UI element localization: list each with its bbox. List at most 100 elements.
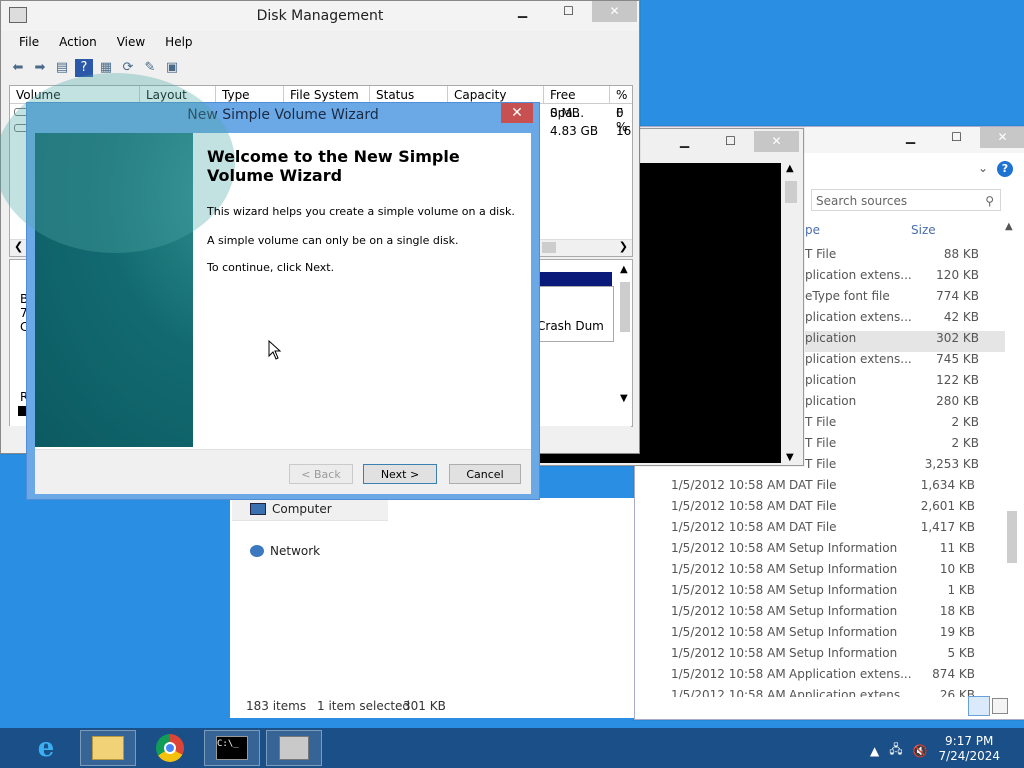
menu-bar: File Action View Help bbox=[9, 31, 203, 53]
file-size: 2 KB bbox=[951, 415, 979, 429]
file-size: 122 KB bbox=[936, 373, 979, 387]
file-size: 1,417 KB bbox=[920, 520, 975, 534]
mouse-cursor-icon bbox=[268, 340, 282, 360]
free-space-value: 0 MB bbox=[550, 106, 581, 120]
search-input[interactable]: Search sources ⚲ bbox=[811, 189, 1001, 211]
partition-status: Crash Dum bbox=[537, 319, 604, 333]
file-size: 774 KB bbox=[936, 289, 979, 303]
list-item[interactable]: plication extens... 42 KB bbox=[805, 310, 1005, 331]
command-prompt-button[interactable]: C:\_ bbox=[204, 730, 260, 766]
back-arrow-icon[interactable]: ⬅ bbox=[9, 59, 27, 77]
wizard-sidebar-graphic bbox=[0, 73, 235, 447]
file-type: DAT File bbox=[789, 499, 837, 513]
file-size: 280 KB bbox=[936, 394, 979, 408]
menu-view[interactable]: View bbox=[107, 31, 155, 53]
list-item[interactable]: T File 2 KB bbox=[805, 415, 1005, 436]
close-button[interactable]: ✕ bbox=[592, 1, 637, 22]
next-button[interactable]: Next > bbox=[363, 464, 437, 484]
file-size: 19 KB bbox=[939, 625, 975, 639]
free-space-value: 4.83 GB bbox=[550, 124, 599, 138]
file-type: DAT File bbox=[789, 520, 837, 534]
partition-block[interactable] bbox=[538, 286, 614, 342]
status-selected: 1 item selected bbox=[317, 699, 411, 713]
file-size: 1 KB bbox=[947, 583, 975, 597]
wizard-note: A simple volume can only be on a single … bbox=[207, 234, 459, 247]
list-item[interactable]: plication extens... 120 KB bbox=[805, 268, 1005, 289]
back-button[interactable]: < Back bbox=[289, 464, 353, 484]
properties-icon[interactable]: ✎ bbox=[141, 59, 159, 77]
menu-help[interactable]: Help bbox=[155, 31, 202, 53]
minimize-button[interactable]: ▁ bbox=[662, 131, 707, 152]
column-header-type[interactable]: pe bbox=[805, 223, 820, 237]
file-size: 10 KB bbox=[939, 562, 975, 576]
scrollbar-thumb[interactable] bbox=[1007, 511, 1017, 563]
status-size: 301 KB bbox=[403, 699, 446, 713]
disk-management-titlebar[interactable]: Disk Management ▁ ☐ ✕ bbox=[1, 1, 639, 31]
percent-free-value: 16 bbox=[616, 124, 632, 138]
close-button[interactable]: ✕ bbox=[501, 103, 533, 123]
file-explorer-taskbar-button[interactable] bbox=[80, 730, 136, 766]
list-item[interactable]: plication 280 KB bbox=[805, 394, 1005, 415]
disk-management-taskbar-button[interactable] bbox=[266, 730, 322, 766]
clock[interactable]: 9:17 PM 7/24/2024 bbox=[938, 734, 1000, 764]
file-type: Setup Information bbox=[789, 562, 898, 576]
menu-file[interactable]: File bbox=[9, 31, 49, 53]
help-icon[interactable]: ? bbox=[997, 161, 1013, 177]
file-size: 18 KB bbox=[939, 604, 975, 618]
search-icon: ⚲ bbox=[985, 194, 994, 208]
nav-item-network[interactable]: Network bbox=[250, 544, 320, 558]
status-bar bbox=[635, 697, 1024, 719]
file-size: 2,601 KB bbox=[920, 499, 975, 513]
close-button[interactable]: ✕ bbox=[754, 131, 799, 152]
file-size: 874 KB bbox=[932, 667, 975, 681]
new-simple-volume-wizard[interactable]: New Simple Volume Wizard ✕ Welcome to th… bbox=[0, 73, 540, 500]
status-items: 183 items bbox=[246, 699, 307, 713]
file-size: 42 KB bbox=[943, 310, 979, 324]
large-icons-view-icon[interactable] bbox=[992, 698, 1008, 714]
wizard-instruction: To continue, click Next. bbox=[207, 261, 335, 274]
internet-explorer-icon: e bbox=[37, 733, 55, 763]
file-size: 2 KB bbox=[951, 436, 979, 450]
column-header-size[interactable]: Size bbox=[911, 223, 936, 237]
console-tree-icon[interactable]: ▤ bbox=[53, 59, 71, 77]
nav-item-label: Network bbox=[270, 544, 321, 558]
list-item[interactable]: T File 88 KB bbox=[805, 247, 1005, 268]
console-scrollbar[interactable]: ▲ ▼ bbox=[783, 163, 799, 463]
wizard-panel: Welcome to the New Simple Volume Wizard … bbox=[0, 73, 531, 494]
file-size: 745 KB bbox=[936, 352, 979, 366]
network-icon[interactable]: 🖧 bbox=[889, 740, 902, 761]
menu-action[interactable]: Action bbox=[49, 31, 107, 53]
volume-muted-icon[interactable]: 🔇 bbox=[913, 744, 928, 758]
list-item[interactable]: eType font file 774 KB bbox=[805, 289, 1005, 310]
forward-arrow-icon[interactable]: ➡ bbox=[31, 59, 49, 77]
details-view-icon[interactable] bbox=[968, 696, 990, 716]
maximize-button[interactable]: ☐ bbox=[934, 127, 979, 148]
file-size: 1,634 KB bbox=[920, 478, 975, 492]
list-item[interactable]: plication extens... 745 KB bbox=[805, 352, 1005, 373]
column-percent-free[interactable]: % F bbox=[610, 86, 632, 120]
chrome-button[interactable] bbox=[142, 730, 198, 766]
column-free-space[interactable]: Free Spa... bbox=[544, 86, 610, 120]
list-item[interactable]: plication 302 KB bbox=[805, 331, 1005, 352]
cancel-button[interactable]: Cancel bbox=[449, 464, 521, 484]
vertical-scrollbar[interactable]: ▲ ▼ bbox=[1003, 221, 1019, 761]
minimize-button[interactable]: ▁ bbox=[500, 1, 545, 22]
file-type: DAT File bbox=[789, 478, 837, 492]
maximize-button[interactable]: ☐ bbox=[546, 1, 591, 22]
wizard-description: This wizard helps you create a simple vo… bbox=[207, 205, 515, 218]
show-hidden-icons-icon[interactable]: ▲ bbox=[870, 744, 879, 758]
maximize-button[interactable]: ☐ bbox=[708, 131, 753, 152]
internet-explorer-button[interactable]: e bbox=[18, 730, 74, 766]
rescan-icon[interactable]: ▣ bbox=[163, 59, 181, 77]
file-date: 1/5/2012 10:58 AM bbox=[671, 541, 786, 555]
file-size: 302 KB bbox=[936, 331, 979, 345]
minimize-button[interactable]: ▁ bbox=[888, 127, 933, 148]
list-item[interactable]: T File 2 KB bbox=[805, 436, 1005, 457]
vertical-scrollbar[interactable]: ▲ ▼ bbox=[618, 264, 632, 404]
partition-bar bbox=[540, 272, 612, 286]
chrome-icon bbox=[156, 734, 184, 762]
list-item[interactable]: plication 122 KB bbox=[805, 373, 1005, 394]
chevron-down-icon[interactable]: ⌄ bbox=[978, 161, 988, 175]
close-button[interactable]: ✕ bbox=[980, 127, 1024, 148]
nav-item-computer[interactable]: Computer bbox=[250, 502, 332, 516]
